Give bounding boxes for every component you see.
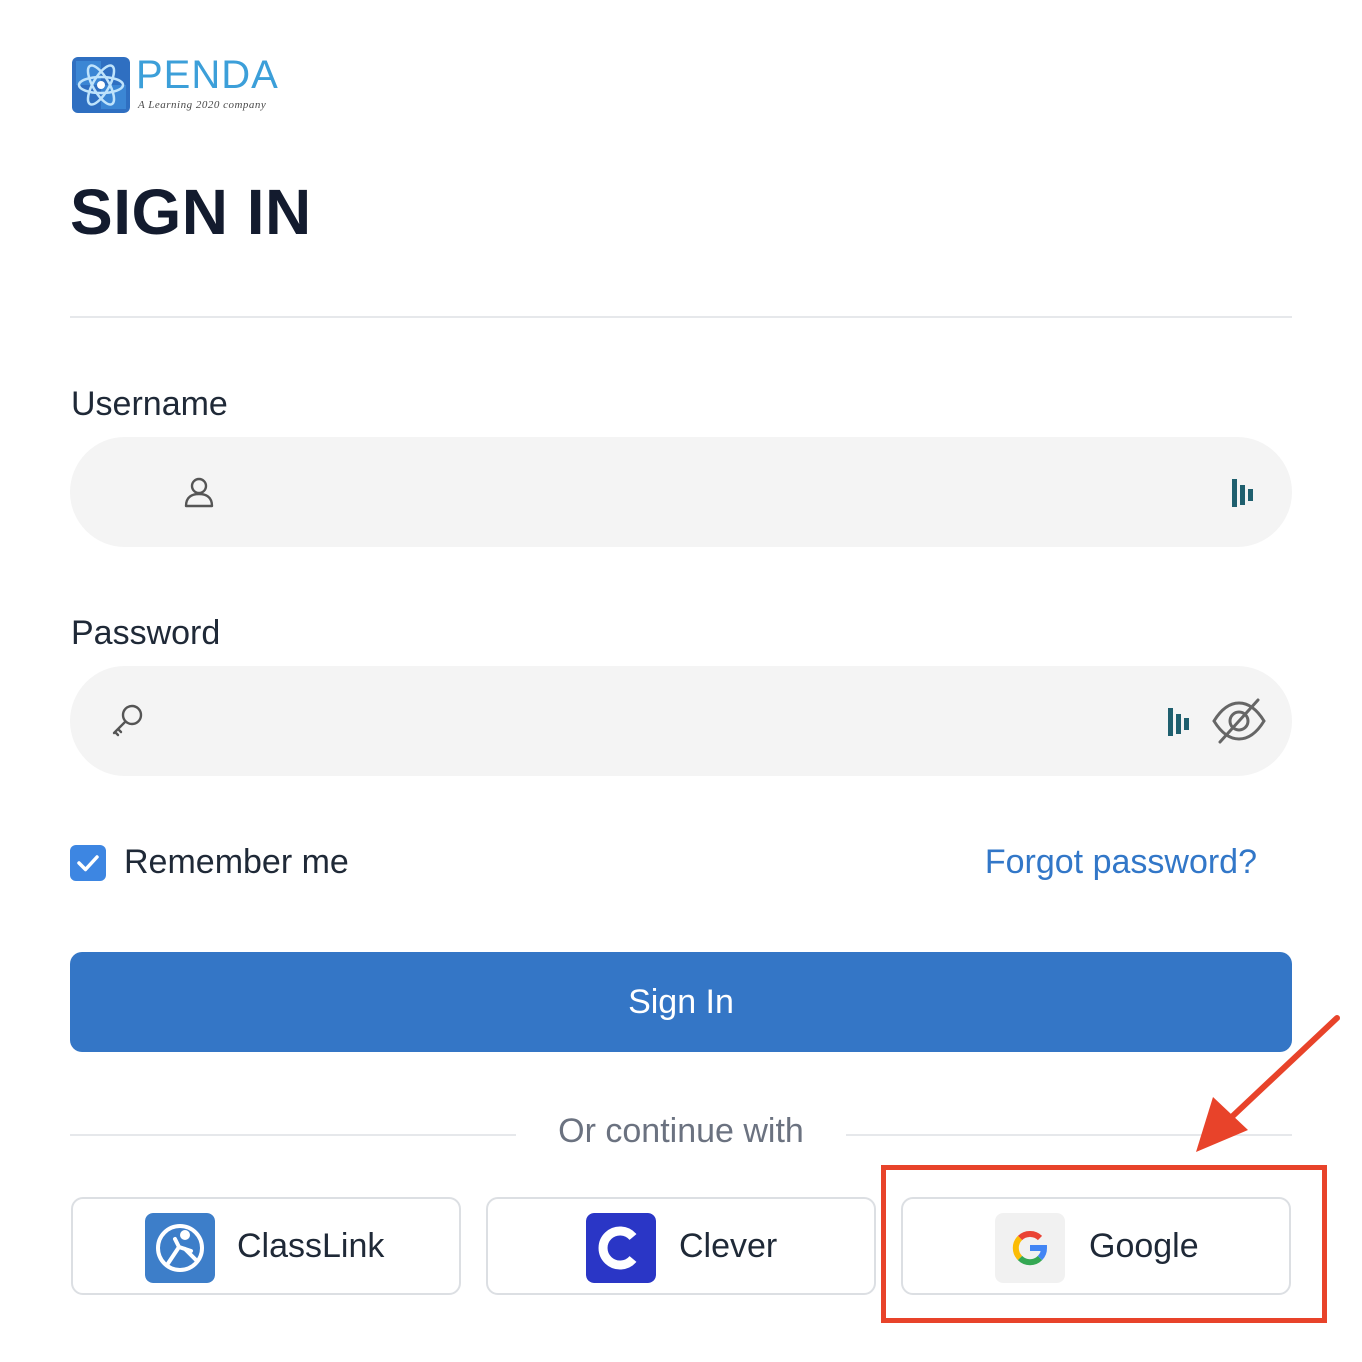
username-field[interactable] <box>70 437 1292 549</box>
header-divider <box>70 316 1292 318</box>
clever-button[interactable]: Clever <box>486 1197 876 1295</box>
or-continue-text: Or continue with <box>558 1112 804 1150</box>
remember-me-checkbox[interactable] <box>70 845 106 881</box>
penda-logo: PENDA A Learning 2020 company <box>72 53 312 120</box>
clever-icon <box>586 1213 656 1283</box>
eye-off-icon[interactable] <box>1210 692 1268 750</box>
username-input[interactable] <box>180 437 1184 549</box>
password-input[interactable] <box>180 666 1184 778</box>
logo-name: PENDA <box>136 53 279 97</box>
clever-label: Clever <box>679 1227 778 1265</box>
check-icon <box>77 855 99 872</box>
password-manager-icon[interactable] <box>1166 706 1192 738</box>
annotation-highlight-box <box>881 1165 1327 1323</box>
page-title: SIGN IN <box>70 176 312 248</box>
penda-atom-icon <box>72 57 130 113</box>
password-label: Password <box>71 614 221 652</box>
logo-tagline: A Learning 2020 company <box>138 99 267 111</box>
or-divider: Or continue with <box>70 1112 1292 1156</box>
password-field[interactable] <box>70 666 1292 778</box>
key-icon <box>112 704 143 737</box>
forgot-password-link[interactable]: Forgot password? <box>985 843 1257 882</box>
password-manager-icon[interactable] <box>1230 477 1256 509</box>
classlink-label: ClassLink <box>237 1227 385 1265</box>
annotation-arrow-icon <box>1196 1015 1340 1152</box>
sign-in-button[interactable]: Sign In <box>70 952 1292 1052</box>
username-label: Username <box>71 385 228 423</box>
remember-me-label: Remember me <box>124 843 349 881</box>
classlink-icon <box>145 1213 215 1283</box>
classlink-button[interactable]: ClassLink <box>71 1197 461 1295</box>
